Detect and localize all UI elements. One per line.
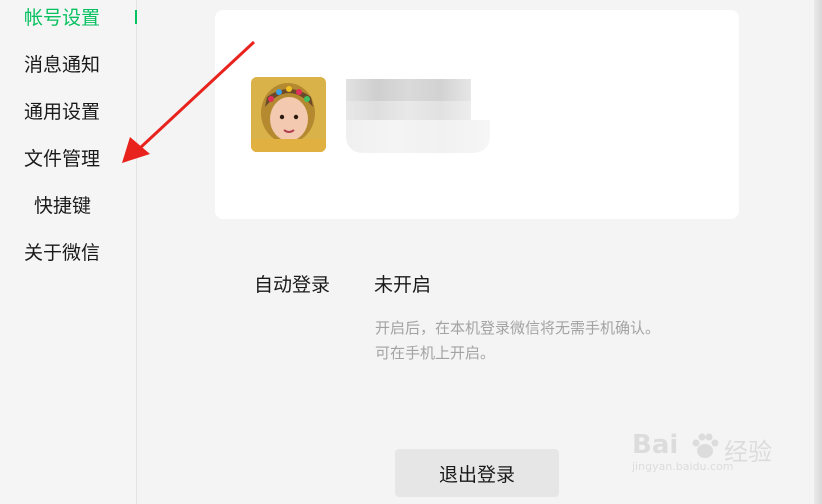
logout-button[interactable]: 退出登录 xyxy=(395,449,559,497)
blurred-nickname-row2 xyxy=(346,101,471,120)
auto-login-hint: 可在手机上开启。 xyxy=(375,344,496,362)
blurred-nickname xyxy=(346,79,471,101)
auto-login-status[interactable]: 未开启 xyxy=(374,272,431,298)
sidebar-item-general-settings[interactable]: 通用设置 xyxy=(24,100,100,124)
baidu-watermark: Bai 经验 jingyan.baidu.com xyxy=(630,430,780,473)
window-edge xyxy=(814,0,822,504)
sidebar-item-account-settings[interactable]: 帐号设置 xyxy=(24,6,100,30)
blurred-wechat-id xyxy=(346,120,490,153)
paw-icon xyxy=(692,433,719,458)
sidebar-item-notifications[interactable]: 消息通知 xyxy=(24,53,100,77)
sidebar-item-shortcuts[interactable]: 快捷键 xyxy=(34,194,91,218)
sidebar-item-about-wechat[interactable]: 关于微信 xyxy=(24,241,100,265)
watermark-url: jingyan.baidu.com xyxy=(632,460,734,473)
watermark-brand: Bai xyxy=(632,430,679,460)
settings-sidebar: 帐号设置 消息通知 通用设置 文件管理 快捷键 关于微信 xyxy=(0,0,137,504)
active-indicator xyxy=(135,10,137,24)
auto-login-description: 开启后，在本机登录微信将无需手机确认。 xyxy=(375,319,661,337)
sidebar-item-file-management[interactable]: 文件管理 xyxy=(24,147,100,171)
avatar[interactable] xyxy=(251,77,326,152)
auto-login-label: 自动登录 xyxy=(254,274,331,296)
account-card xyxy=(215,10,739,219)
